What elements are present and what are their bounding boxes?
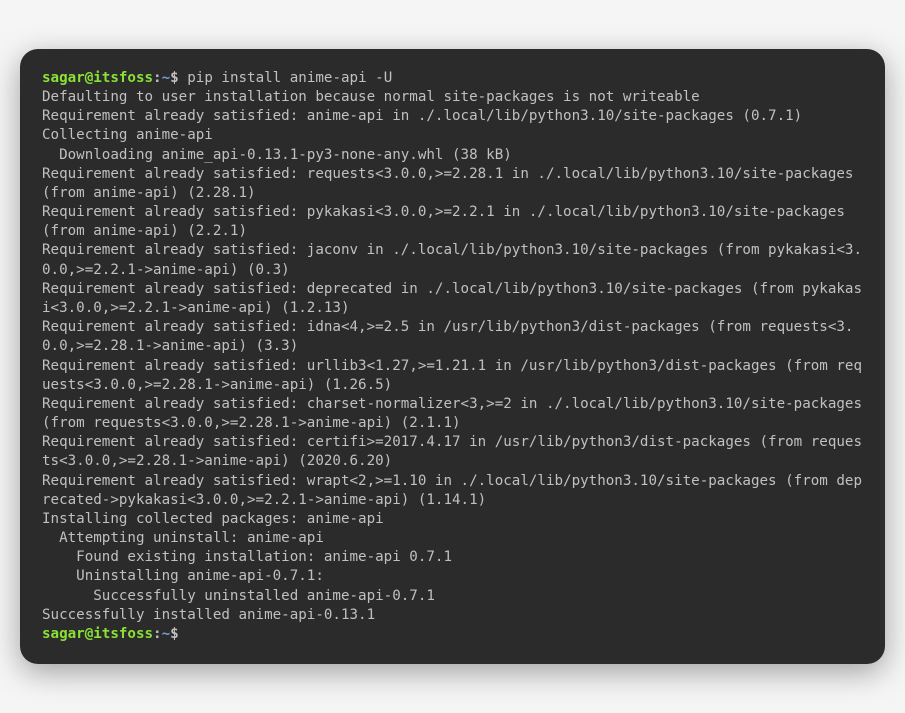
terminal-window[interactable]: sagar@itsfoss:~$ pip install anime-api -…	[20, 49, 885, 664]
output-line: Uninstalling anime-api-0.7.1:	[42, 567, 863, 586]
command-input-1	[179, 70, 188, 86]
prompt-separator: :	[153, 70, 162, 86]
prompt-symbol: $	[170, 626, 179, 642]
output-line: Defaulting to user installation because …	[42, 88, 863, 107]
output-line: Requirement already satisfied: jaconv in…	[42, 241, 863, 279]
prompt-user: sagar@itsfoss	[42, 626, 153, 642]
output-line: Requirement already satisfied: certifi>=…	[42, 433, 863, 471]
output-line: Requirement already satisfied: idna<4,>=…	[42, 318, 863, 356]
prompt-symbol: $	[170, 70, 179, 86]
output-line: Attempting uninstall: anime-api	[42, 529, 863, 548]
prompt-line-2[interactable]: sagar@itsfoss:~$	[42, 625, 863, 644]
output-line: Requirement already satisfied: anime-api…	[42, 107, 863, 126]
prompt-user: sagar@itsfoss	[42, 70, 153, 86]
command-text-1: pip install anime-api -U	[187, 70, 392, 86]
prompt-path: ~	[162, 70, 171, 86]
output-line: Successfully uninstalled anime-api-0.7.1	[42, 587, 863, 606]
output-line: Requirement already satisfied: deprecate…	[42, 280, 863, 318]
output-line: Found existing installation: anime-api 0…	[42, 548, 863, 567]
output-line: Requirement already satisfied: wrapt<2,>…	[42, 472, 863, 510]
prompt-path: ~	[162, 626, 171, 642]
output-line: Collecting anime-api	[42, 126, 863, 145]
output-line: Requirement already satisfied: urllib3<1…	[42, 357, 863, 395]
output-line: Requirement already satisfied: pykakasi<…	[42, 203, 863, 241]
output-line: Successfully installed anime-api-0.13.1	[42, 606, 863, 625]
output-line: Downloading anime_api-0.13.1-py3-none-an…	[42, 146, 863, 165]
output-line: Requirement already satisfied: requests<…	[42, 165, 863, 203]
output-line: Requirement already satisfied: charset-n…	[42, 395, 863, 433]
output-line: Installing collected packages: anime-api	[42, 510, 863, 529]
prompt-line-1: sagar@itsfoss:~$ pip install anime-api -…	[42, 69, 863, 88]
prompt-separator: :	[153, 626, 162, 642]
